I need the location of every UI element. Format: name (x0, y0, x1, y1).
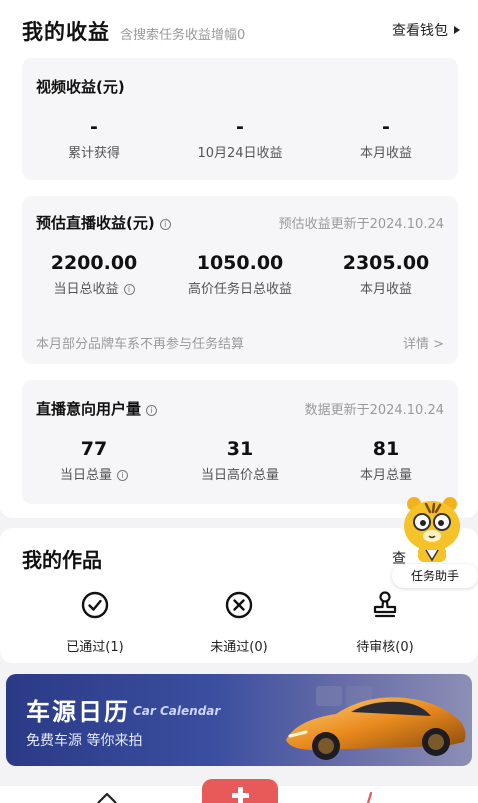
stat-label: 累计获得 (67, 146, 120, 161)
task-helper-button[interactable]: 任务助手 (392, 490, 478, 596)
intent-title-row: 直播意向用户量 i (36, 398, 158, 419)
stat-value: - (90, 116, 98, 138)
live-update-note: 预估收益更新于2024.10.24 (278, 217, 444, 232)
works-rejected[interactable]: 未通过(0) (189, 590, 289, 655)
info-icon[interactable]: i (123, 284, 135, 295)
page: 我的收益 含搜索任务收益增幅0 查看钱包 视频收益(元) - 累计获得 - 10… (0, 0, 478, 803)
stat-label-row: 当日总收益 i (24, 278, 164, 297)
intent-title: 直播意向用户量 (36, 400, 142, 418)
stat-value: 2305.00 (342, 252, 430, 274)
works-approved[interactable]: 已通过(1) (45, 590, 145, 655)
stat-label: 10月24日收益 (197, 146, 283, 161)
stat-value: 2200.00 (50, 252, 138, 274)
banner-subtitle: 免费车源 等你来拍 (26, 733, 143, 749)
settlement-notice: 本月部分品牌车系不再参与任务结算 (36, 337, 245, 352)
banner-title-en: Car Calendar (133, 704, 221, 718)
earnings-section: 我的收益 含搜索任务收益增幅0 查看钱包 视频收益(元) - 累计获得 - 10… (0, 0, 478, 518)
caret-right-icon (454, 26, 460, 34)
details-link[interactable]: 详情 > (403, 333, 444, 352)
car-calendar-banner[interactable]: 车源日历 Car Calendar 免费车源 等你来拍 (6, 674, 472, 766)
video-earnings-title: 视频收益(元) (36, 78, 125, 96)
works-pending[interactable]: 待审核(0) (335, 590, 435, 655)
view-wallet-label: 查看钱包 (392, 23, 448, 39)
home-icon[interactable] (96, 792, 118, 803)
intent-stat-month: 81 本月总量 (316, 438, 456, 483)
intent-update-note: 数据更新于2024.10.24 (304, 403, 444, 418)
tiger-mascot-icon (404, 497, 460, 562)
stat-label: 当日总量 (59, 468, 112, 483)
stat-label: 本月收益 (359, 146, 412, 161)
earnings-subtitle: 含搜索任务收益增幅0 (120, 27, 246, 43)
publish-plus-button[interactable] (202, 779, 278, 803)
message-icon[interactable] (362, 792, 378, 803)
stat-value: 81 (372, 438, 400, 460)
live-earnings-card: 预估直播收益(元) i 预估收益更新于2024.10.24 2200.00 当日总… (22, 196, 458, 364)
live-earnings-title-row: 预估直播收益(元) i (36, 212, 171, 233)
stat-value: 1050.00 (196, 252, 284, 274)
stat-value: - (382, 116, 390, 138)
stat-label: 当日高价总量 (200, 468, 279, 483)
sports-car-image (286, 686, 466, 760)
my-works-title: 我的作品 (22, 548, 102, 572)
task-helper-label: 任务助手 (392, 564, 478, 588)
works-approved-label: 已通过(1) (66, 640, 124, 655)
stat-label: 本月收益 (359, 282, 412, 297)
info-icon[interactable]: i (117, 470, 128, 481)
live-earnings-title: 预估直播收益(元) (36, 214, 155, 232)
video-earnings-card: 视频收益(元) - 累计获得 - 10月24日收益 - 本月收益 (22, 58, 458, 180)
intent-users-card: 直播意向用户量 i 数据更新于2024.10.24 77 当日总量 i 31 当日高… (22, 380, 458, 504)
video-stat-month: - 本月收益 (316, 116, 456, 161)
info-icon[interactable]: i (146, 405, 158, 416)
stat-value: - (236, 116, 244, 138)
live-footer: 本月部分品牌车系不再参与任务结算 详情 > (36, 333, 444, 352)
stat-label: 当日总收益 (53, 282, 119, 297)
intent-stat-day: 77 当日总量 i (24, 438, 164, 483)
check-circle-icon (81, 591, 109, 619)
video-stat-total: - 累计获得 (24, 116, 164, 161)
stat-label: 本月总量 (359, 468, 412, 483)
works-rejected-label: 未通过(0) (210, 640, 268, 655)
stat-value: 77 (80, 438, 108, 460)
stat-value: 31 (226, 438, 254, 460)
stat-label-row: 当日总量 i (24, 464, 164, 483)
banner-title: 车源日历 (26, 698, 130, 726)
live-stat-day: 2200.00 当日总收益 i (24, 252, 164, 297)
earnings-header: 我的收益 含搜索任务收益增幅0 查看钱包 (22, 14, 460, 48)
video-stat-day: - 10月24日收益 (170, 116, 310, 161)
live-stat-month: 2305.00 本月收益 (316, 252, 456, 297)
works-pending-label: 待审核(0) (356, 640, 414, 655)
stat-label: 高价任务日总收益 (187, 282, 292, 297)
view-wallet-link[interactable]: 查看钱包 (392, 20, 460, 40)
intent-stat-premium: 31 当日高价总量 (170, 438, 310, 483)
x-circle-icon (225, 591, 253, 619)
page-title: 我的收益 (22, 20, 110, 44)
live-stat-premium: 1050.00 高价任务日总收益 (170, 252, 310, 297)
info-icon[interactable]: i (159, 219, 171, 230)
